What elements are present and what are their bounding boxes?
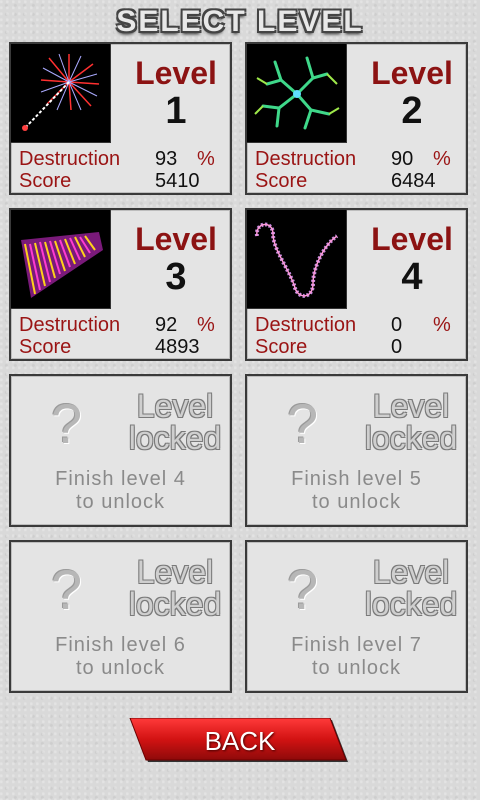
locked-level-card-6[interactable]: ? Level locked Finish level 5 to unlock [245, 374, 468, 527]
locked-title: Level locked [355, 390, 467, 454]
locked-title-line1: Level [372, 388, 450, 424]
destruction-value: 90 [391, 148, 414, 170]
unlock-requirement-line2: to unlock [75, 491, 166, 513]
score-value: 4893 [155, 336, 200, 358]
level-4-number: 4 [401, 256, 423, 298]
destruction-label: Destruction [255, 314, 357, 336]
unlock-requirement-line2: to unlock [311, 491, 402, 513]
level-3-thumbnail [11, 210, 111, 309]
unlock-requirement-line1: Finish level 6 [55, 634, 186, 656]
question-mark-icon: ? [287, 558, 319, 621]
locked-title-line2: locked [364, 420, 458, 456]
unlock-requirement: Finish level 4 to unlock [11, 468, 230, 514]
question-mark-icon: ? [287, 392, 319, 455]
locked-title: Level locked [355, 556, 467, 620]
score-label: Score [255, 336, 308, 358]
level-3-title: Level [135, 221, 217, 257]
score-label: Score [255, 170, 308, 192]
question-mark-icon: ? [51, 392, 83, 455]
unlock-requirement-line2: to unlock [311, 657, 402, 679]
level-card-4[interactable]: Level 4 Destruction 0 % Score 0 [245, 208, 468, 361]
unlock-requirement-line1: Finish level 5 [291, 468, 422, 490]
level-3-number: 3 [165, 256, 187, 298]
unlock-requirement-line1: Finish level 4 [55, 468, 186, 490]
locked-title-line1: Level [136, 554, 214, 590]
locked-title: Level locked [119, 390, 231, 454]
locked-title-line1: Level [372, 554, 450, 590]
unlock-requirement-line2: to unlock [75, 657, 166, 679]
level-2-number: 2 [401, 90, 423, 132]
destruction-label: Destruction [19, 148, 121, 170]
score-value: 0 [391, 336, 403, 358]
level-1-number: 1 [165, 90, 187, 132]
level-1-title: Level [135, 55, 217, 91]
percent-sign: % [433, 314, 451, 336]
question-mark-icon: ? [51, 558, 83, 621]
locked-title-line2: locked [364, 586, 458, 622]
locked-level-card-7[interactable]: ? Level locked Finish level 6 to unlock [9, 540, 232, 693]
unlock-requirement: Finish level 6 to unlock [11, 634, 230, 680]
level-2-title: Level [371, 55, 453, 91]
score-label: Score [19, 170, 72, 192]
level-card-1[interactable]: Level 1 Destruction 93 % Score 5410 [9, 42, 232, 195]
score-value: 5410 [155, 170, 200, 192]
destruction-label: Destruction [19, 314, 121, 336]
back-button-label: BACK [204, 726, 276, 756]
locked-level-card-8[interactable]: ? Level locked Finish level 7 to unlock [245, 540, 468, 693]
level-4-thumbnail [247, 210, 347, 309]
unlock-requirement: Finish level 5 to unlock [247, 468, 466, 514]
unlock-requirement-line1: Finish level 7 [291, 634, 422, 656]
destruction-value: 93 [155, 148, 178, 170]
level-card-2[interactable]: Level 2 Destruction 90 % Score 6484 [245, 42, 468, 195]
locked-title-line2: locked [128, 420, 222, 456]
level-4-title: Level [371, 221, 453, 257]
locked-title-line1: Level [136, 388, 214, 424]
percent-sign: % [433, 148, 451, 170]
locked-title: Level locked [119, 556, 231, 620]
destruction-value: 0 [391, 314, 403, 336]
back-button[interactable]: BACK [128, 718, 352, 764]
destruction-label: Destruction [255, 148, 357, 170]
score-value: 6484 [391, 170, 436, 192]
percent-sign: % [197, 314, 215, 336]
score-label: Score [19, 336, 72, 358]
level-card-3[interactable]: Level 3 Destruction 92 % Score 4893 [9, 208, 232, 361]
percent-sign: % [197, 148, 215, 170]
level-2-thumbnail [247, 44, 347, 143]
screen-title: SELECT LEVEL [116, 5, 364, 38]
unlock-requirement: Finish level 7 to unlock [247, 634, 466, 680]
level-1-thumbnail [11, 44, 111, 143]
locked-title-line2: locked [128, 586, 222, 622]
destruction-value: 92 [155, 314, 178, 336]
locked-level-card-5[interactable]: ? Level locked Finish level 4 to unlock [9, 374, 232, 527]
